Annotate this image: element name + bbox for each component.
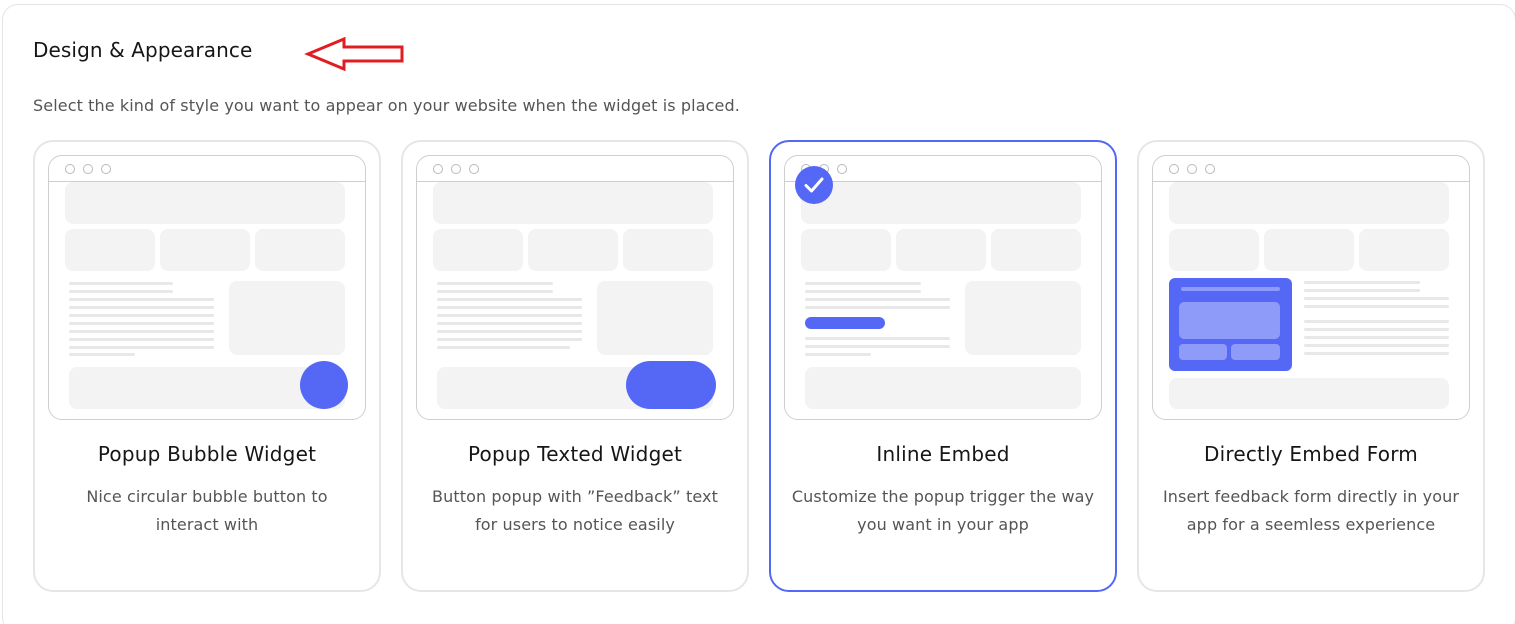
window-dot-icon bbox=[1169, 164, 1179, 174]
card-title: Popup Bubble Widget bbox=[97, 442, 317, 466]
red-arrow-icon bbox=[304, 36, 404, 72]
window-dot-icon bbox=[837, 164, 847, 174]
card-description: Nice circular bubble button to interact … bbox=[86, 487, 328, 534]
card-title: Directly Embed Form bbox=[1204, 442, 1418, 466]
bubble-button-icon bbox=[300, 361, 348, 409]
window-dot-icon bbox=[1205, 164, 1215, 174]
card-description: Customize the popup trigger the way you … bbox=[791, 487, 1095, 534]
preview-direct-embed bbox=[1152, 155, 1470, 420]
window-dot-icon bbox=[469, 164, 479, 174]
preview-inline-embed bbox=[784, 155, 1102, 420]
browser-bar bbox=[417, 156, 733, 182]
browser-bar bbox=[1153, 156, 1469, 182]
browser-bar bbox=[49, 156, 365, 182]
preview-popup-bubble bbox=[48, 155, 366, 420]
inline-trigger-icon bbox=[805, 317, 885, 329]
window-dot-icon bbox=[83, 164, 93, 174]
preview-popup-texted bbox=[416, 155, 734, 420]
card-title: Popup Texted Widget bbox=[467, 442, 683, 466]
texted-button-icon bbox=[626, 361, 716, 409]
option-card-direct-embed[interactable]: Directly Embed Form Insert feedback form… bbox=[1137, 140, 1485, 592]
option-card-popup-bubble[interactable]: Popup Bubble Widget Nice circular bubble… bbox=[33, 140, 381, 592]
card-title: Inline Embed bbox=[876, 442, 1010, 466]
window-dot-icon bbox=[65, 164, 75, 174]
window-dot-icon bbox=[1187, 164, 1197, 174]
selected-check-icon bbox=[795, 166, 833, 204]
window-dot-icon bbox=[101, 164, 111, 174]
option-card-popup-texted[interactable]: Popup Texted Widget Button popup with ”F… bbox=[401, 140, 749, 592]
embedded-form-icon bbox=[1169, 278, 1292, 371]
browser-bar bbox=[785, 156, 1101, 182]
section-description: Select the kind of style you want to app… bbox=[33, 96, 740, 115]
card-description: Button popup with ”Feedback” text for us… bbox=[432, 487, 718, 534]
window-dot-icon bbox=[451, 164, 461, 174]
card-description: Insert feedback form directly in your ap… bbox=[1162, 487, 1460, 534]
option-card-inline-embed[interactable]: Inline Embed Customize the popup trigger… bbox=[769, 140, 1117, 592]
section-title: Design & Appearance bbox=[33, 38, 253, 62]
window-dot-icon bbox=[433, 164, 443, 174]
